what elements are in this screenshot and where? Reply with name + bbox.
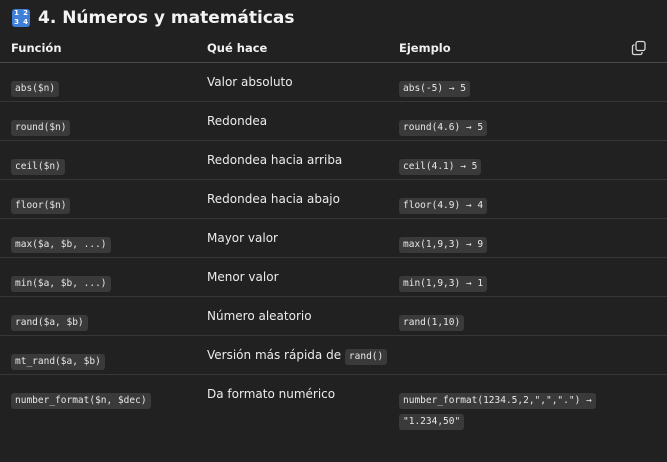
example-code-continued: "1.234,50": [399, 414, 465, 430]
example-code: ceil(4.1) → 5: [399, 159, 482, 175]
function-code: min($a, $b, ...): [11, 276, 111, 292]
description-cell: Redondea hacia abajo: [207, 192, 340, 206]
function-cell: mt_rand($a, $b): [11, 349, 105, 370]
column-header-description: Qué hace: [207, 41, 268, 55]
example-cell: number_format(1234.5,2,",",".") → "1.234…: [399, 388, 596, 430]
example-cell: round(4.6) → 5: [399, 115, 488, 136]
example-code: floor(4.9) → 4: [399, 198, 488, 214]
numbers-emoji-icon: 1234: [12, 9, 30, 27]
section-title: 4. Números y matemáticas: [38, 8, 295, 28]
function-cell: abs($n): [11, 76, 60, 97]
description-code: rand(): [344, 349, 388, 365]
copy-icon: [631, 40, 646, 56]
function-cell: floor($n): [11, 193, 71, 214]
function-code: round($n): [11, 120, 71, 136]
table-row: round($n) Redondea round(4.6) → 5: [0, 102, 667, 141]
description-cell: Versión más rápida de rand(): [207, 348, 388, 365]
function-cell: min($a, $b, ...): [11, 271, 111, 292]
example-code: abs(-5) → 5: [399, 81, 470, 97]
column-header-example: Ejemplo: [399, 41, 451, 55]
table-row: mt_rand($a, $b) Versión más rápida de ra…: [0, 336, 667, 375]
example-cell: rand(1,10): [399, 310, 465, 331]
functions-table: Función Qué hace Ejemplo abs($n) Valor a…: [0, 34, 667, 433]
function-code: number_format($n, $dec): [11, 393, 151, 409]
function-cell: number_format($n, $dec): [11, 388, 151, 409]
example-cell: min(1,9,3) → 1: [399, 271, 488, 292]
description-cell: Redondea: [207, 114, 268, 128]
description-cell: Número aleatorio: [207, 309, 312, 323]
table-row: floor($n) Redondea hacia abajo floor(4.9…: [0, 180, 667, 219]
function-cell: round($n): [11, 115, 71, 136]
description-text: Versión más rápida de: [207, 348, 342, 362]
example-cell: floor(4.9) → 4: [399, 193, 488, 214]
table-row: max($a, $b, ...) Mayor valor max(1,9,3) …: [0, 219, 667, 258]
example-code: max(1,9,3) → 9: [399, 237, 488, 253]
table-row: ceil($n) Redondea hacia arriba ceil(4.1)…: [0, 141, 667, 180]
table-row: abs($n) Valor absoluto abs(-5) → 5: [0, 63, 667, 102]
section-heading: 1234 4. Números y matemáticas: [12, 8, 295, 28]
description-cell: Valor absoluto: [207, 75, 293, 89]
description-cell: Mayor valor: [207, 231, 278, 245]
column-header-function: Función: [11, 41, 62, 55]
copy-table-button[interactable]: [631, 40, 647, 56]
page: 1234 4. Números y matemáticas Función Qu…: [0, 0, 667, 462]
description-cell: Redondea hacia arriba: [207, 153, 343, 167]
function-code: floor($n): [11, 198, 71, 214]
table-row: number_format($n, $dec) Da formato numér…: [0, 375, 667, 433]
example-cell: max(1,9,3) → 9: [399, 232, 488, 253]
example-code: rand(1,10): [399, 315, 465, 331]
example-code: number_format(1234.5,2,",",".") →: [399, 393, 596, 409]
example-cell: abs(-5) → 5: [399, 76, 470, 97]
function-code: max($a, $b, ...): [11, 237, 111, 253]
function-cell: max($a, $b, ...): [11, 232, 111, 253]
function-cell: rand($a, $b): [11, 310, 88, 331]
function-code: ceil($n): [11, 159, 65, 175]
table-header: Función Qué hace Ejemplo: [0, 34, 667, 63]
description-cell: Da formato numérico: [207, 387, 336, 401]
function-code: mt_rand($a, $b): [11, 354, 105, 370]
table-row: min($a, $b, ...) Menor valor min(1,9,3) …: [0, 258, 667, 297]
example-cell: ceil(4.1) → 5: [399, 154, 482, 175]
example-code: round(4.6) → 5: [399, 120, 488, 136]
table-row: rand($a, $b) Número aleatorio rand(1,10): [0, 297, 667, 336]
function-code: abs($n): [11, 81, 60, 97]
function-code: rand($a, $b): [11, 315, 88, 331]
example-code: min(1,9,3) → 1: [399, 276, 488, 292]
function-cell: ceil($n): [11, 154, 65, 175]
description-cell: Menor valor: [207, 270, 279, 284]
